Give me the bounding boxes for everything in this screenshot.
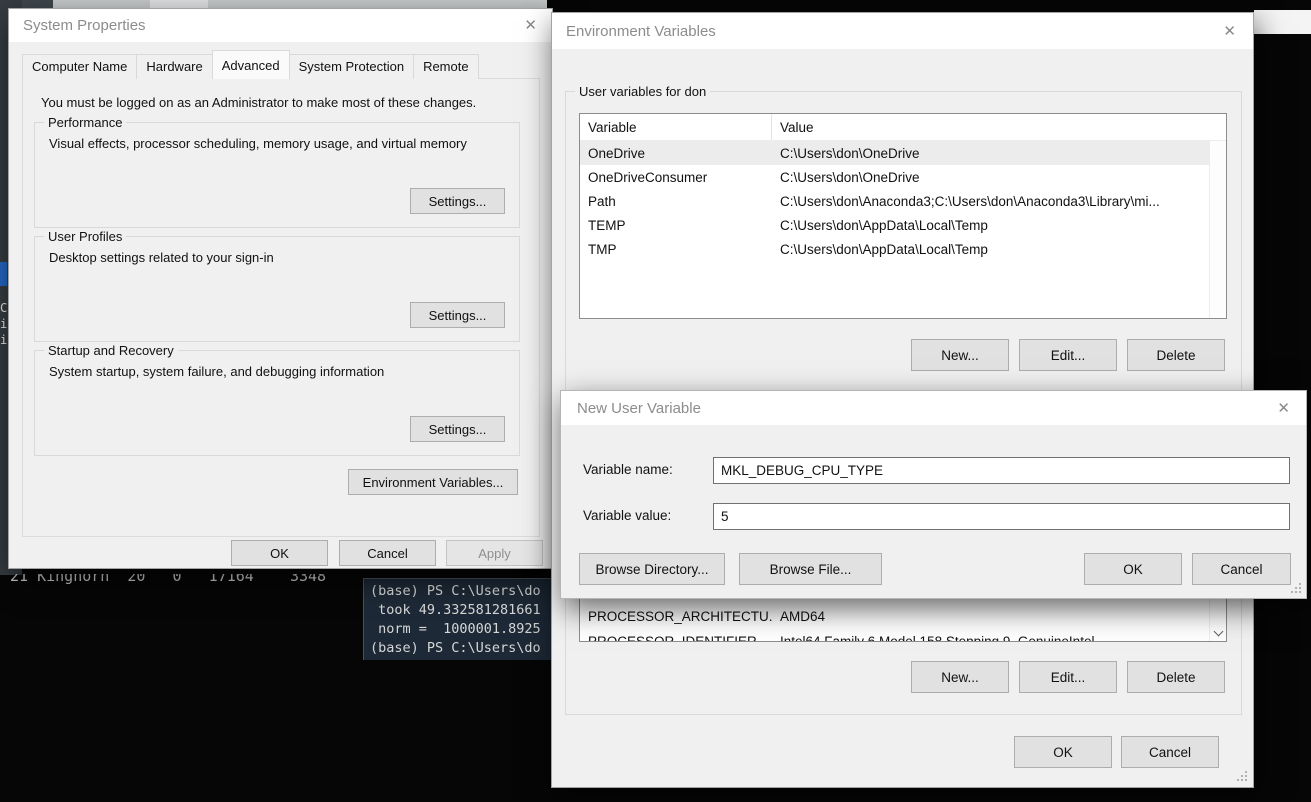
powershell-terminal: (base) PS C:\Users\do took 49.3325812816…	[363, 578, 553, 660]
startup-recovery-settings-button[interactable]: Settings...	[410, 416, 505, 442]
background-titlebar-right-fragment	[1254, 10, 1311, 34]
cell-value: AMD64	[772, 609, 1209, 624]
cell-variable: OneDriveConsumer	[580, 170, 772, 185]
system-delete-button[interactable]: Delete	[1127, 661, 1225, 693]
admin-notice: You must be logged on as an Administrato…	[41, 95, 476, 110]
table-row[interactable]: OneDrive C:\Users\don\OneDrive	[580, 141, 1209, 165]
group-description: System startup, system failure, and debu…	[49, 364, 384, 379]
taskbar-icon-fragment	[0, 262, 7, 286]
ok-button[interactable]: OK	[231, 540, 328, 566]
cell-value: C:\Users\don\OneDrive	[772, 170, 1209, 185]
terminal-line: (base) PS C:\Users\do	[370, 639, 553, 658]
ok-button[interactable]: OK	[1014, 736, 1112, 768]
scrollbar-down-button[interactable]	[1210, 624, 1227, 641]
user-profiles-settings-button[interactable]: Settings...	[410, 302, 505, 328]
table-row[interactable]: TEMP C:\Users\don\AppData\Local\Temp	[580, 213, 1209, 237]
terminal-process-line-clip: 21 Kinghorn 20 0 17164 3348	[10, 574, 370, 590]
group-title: User Profiles	[44, 229, 126, 244]
table-row[interactable]: PROCESSOR_ARCHITECTU... AMD64	[580, 604, 1209, 628]
performance-group: Performance Visual effects, processor sc…	[34, 122, 520, 228]
group-title: Performance	[44, 115, 126, 130]
close-icon[interactable]: ✕	[1223, 24, 1236, 39]
system-edit-button[interactable]: Edit...	[1019, 661, 1117, 693]
variable-name-label: Variable name:	[583, 462, 673, 477]
system-properties-tabs: Computer Name Hardware Advanced System P…	[22, 55, 478, 79]
cell-value: C:\Users\don\AppData\Local\Temp	[772, 218, 1209, 233]
environment-variables-button[interactable]: Environment Variables...	[348, 469, 518, 495]
user-new-button[interactable]: New...	[911, 339, 1009, 371]
table-header: Variable Value	[580, 114, 1226, 141]
environment-variables-titlebar[interactable]: Environment Variables ✕	[552, 13, 1253, 49]
tab-computer-name[interactable]: Computer Name	[22, 54, 137, 79]
new-user-variable-dialog: New User Variable ✕ Variable name: Varia…	[560, 390, 1307, 599]
cell-variable: OneDrive	[580, 146, 772, 161]
ok-button[interactable]: OK	[1084, 553, 1182, 585]
variable-value-input[interactable]	[713, 503, 1290, 530]
close-icon[interactable]: ✕	[1277, 401, 1290, 416]
table-scrollbar-track[interactable]	[1209, 141, 1226, 318]
resize-grip-icon[interactable]	[1237, 771, 1248, 782]
browse-directory-button[interactable]: Browse Directory...	[579, 553, 725, 585]
user-profiles-group: User Profiles Desktop settings related t…	[34, 236, 520, 342]
column-header-variable[interactable]: Variable	[580, 114, 772, 140]
group-title: Startup and Recovery	[44, 343, 178, 358]
cell-value: Intel64 Family 6 Model 158 Stepping 9, G…	[772, 634, 1209, 643]
performance-settings-button[interactable]: Settings...	[410, 188, 505, 214]
user-delete-button[interactable]: Delete	[1127, 339, 1225, 371]
cell-variable: Path	[580, 194, 772, 209]
apply-button: Apply	[446, 540, 543, 566]
table-row[interactable]: Path C:\Users\don\Anaconda3;C:\Users\don…	[580, 189, 1209, 213]
cell-value: C:\Users\don\OneDrive	[772, 146, 1209, 161]
terminal-line: took 49.332581281661	[370, 601, 553, 620]
cell-variable: PROCESSOR_ARCHITECTU...	[580, 609, 772, 624]
table-row[interactable]: OneDriveConsumer C:\Users\don\OneDrive	[580, 165, 1209, 189]
resize-grip-icon[interactable]	[1291, 583, 1302, 594]
desktop: C i i 21 Kinghorn 20 0 17164 3348 (base)…	[0, 0, 1311, 802]
dialog-title: Environment Variables	[566, 23, 716, 40]
terminal-line: (base) PS C:\Users\do	[370, 582, 553, 601]
cancel-button[interactable]: Cancel	[339, 540, 436, 566]
tab-advanced[interactable]: Advanced	[212, 50, 290, 79]
cell-variable: PROCESSOR_IDENTIFIER	[580, 634, 772, 643]
cell-value: C:\Users\don\Anaconda3;C:\Users\don\Anac…	[772, 194, 1209, 209]
tab-hardware[interactable]: Hardware	[136, 54, 212, 79]
startup-recovery-group: Startup and Recovery System startup, sys…	[34, 350, 520, 456]
variable-name-input[interactable]	[713, 457, 1290, 484]
cancel-button[interactable]: Cancel	[1121, 736, 1219, 768]
new-user-variable-titlebar[interactable]: New User Variable ✕	[561, 391, 1306, 425]
cell-variable: TMP	[580, 242, 772, 257]
cell-value: C:\Users\don\AppData\Local\Temp	[772, 242, 1209, 257]
table-row[interactable]: TMP C:\Users\don\AppData\Local\Temp	[580, 237, 1209, 261]
dialog-title: System Properties	[23, 17, 146, 34]
user-variables-table[interactable]: Variable Value OneDrive C:\Users\don\One…	[579, 113, 1227, 319]
terminal-line: norm = 1000001.8925	[370, 620, 553, 639]
table-row[interactable]: PROCESSOR_IDENTIFIER Intel64 Family 6 Mo…	[580, 629, 1209, 642]
chevron-down-icon	[1214, 627, 1224, 637]
browse-file-button[interactable]: Browse File...	[739, 553, 882, 585]
system-properties-titlebar[interactable]: System Properties ✕	[9, 9, 552, 42]
cancel-button[interactable]: Cancel	[1192, 553, 1291, 585]
terminal-process-line: 21 Kinghorn 20 0 17164 3348	[10, 574, 370, 585]
group-description: Visual effects, processor scheduling, me…	[49, 136, 467, 151]
group-description: Desktop settings related to your sign-in	[49, 250, 274, 265]
variable-value-label: Variable value:	[583, 508, 671, 523]
system-new-button[interactable]: New...	[911, 661, 1009, 693]
tab-system-protection[interactable]: System Protection	[289, 54, 415, 79]
system-properties-dialog: System Properties ✕ Computer Name Hardwa…	[8, 8, 553, 569]
group-title: User variables for don	[575, 84, 710, 99]
tab-remote[interactable]: Remote	[413, 54, 479, 79]
column-header-value[interactable]: Value	[772, 120, 814, 135]
user-edit-button[interactable]: Edit...	[1019, 339, 1117, 371]
dialog-title: New User Variable	[577, 400, 701, 417]
cell-variable: TEMP	[580, 218, 772, 233]
close-icon[interactable]: ✕	[524, 18, 537, 33]
